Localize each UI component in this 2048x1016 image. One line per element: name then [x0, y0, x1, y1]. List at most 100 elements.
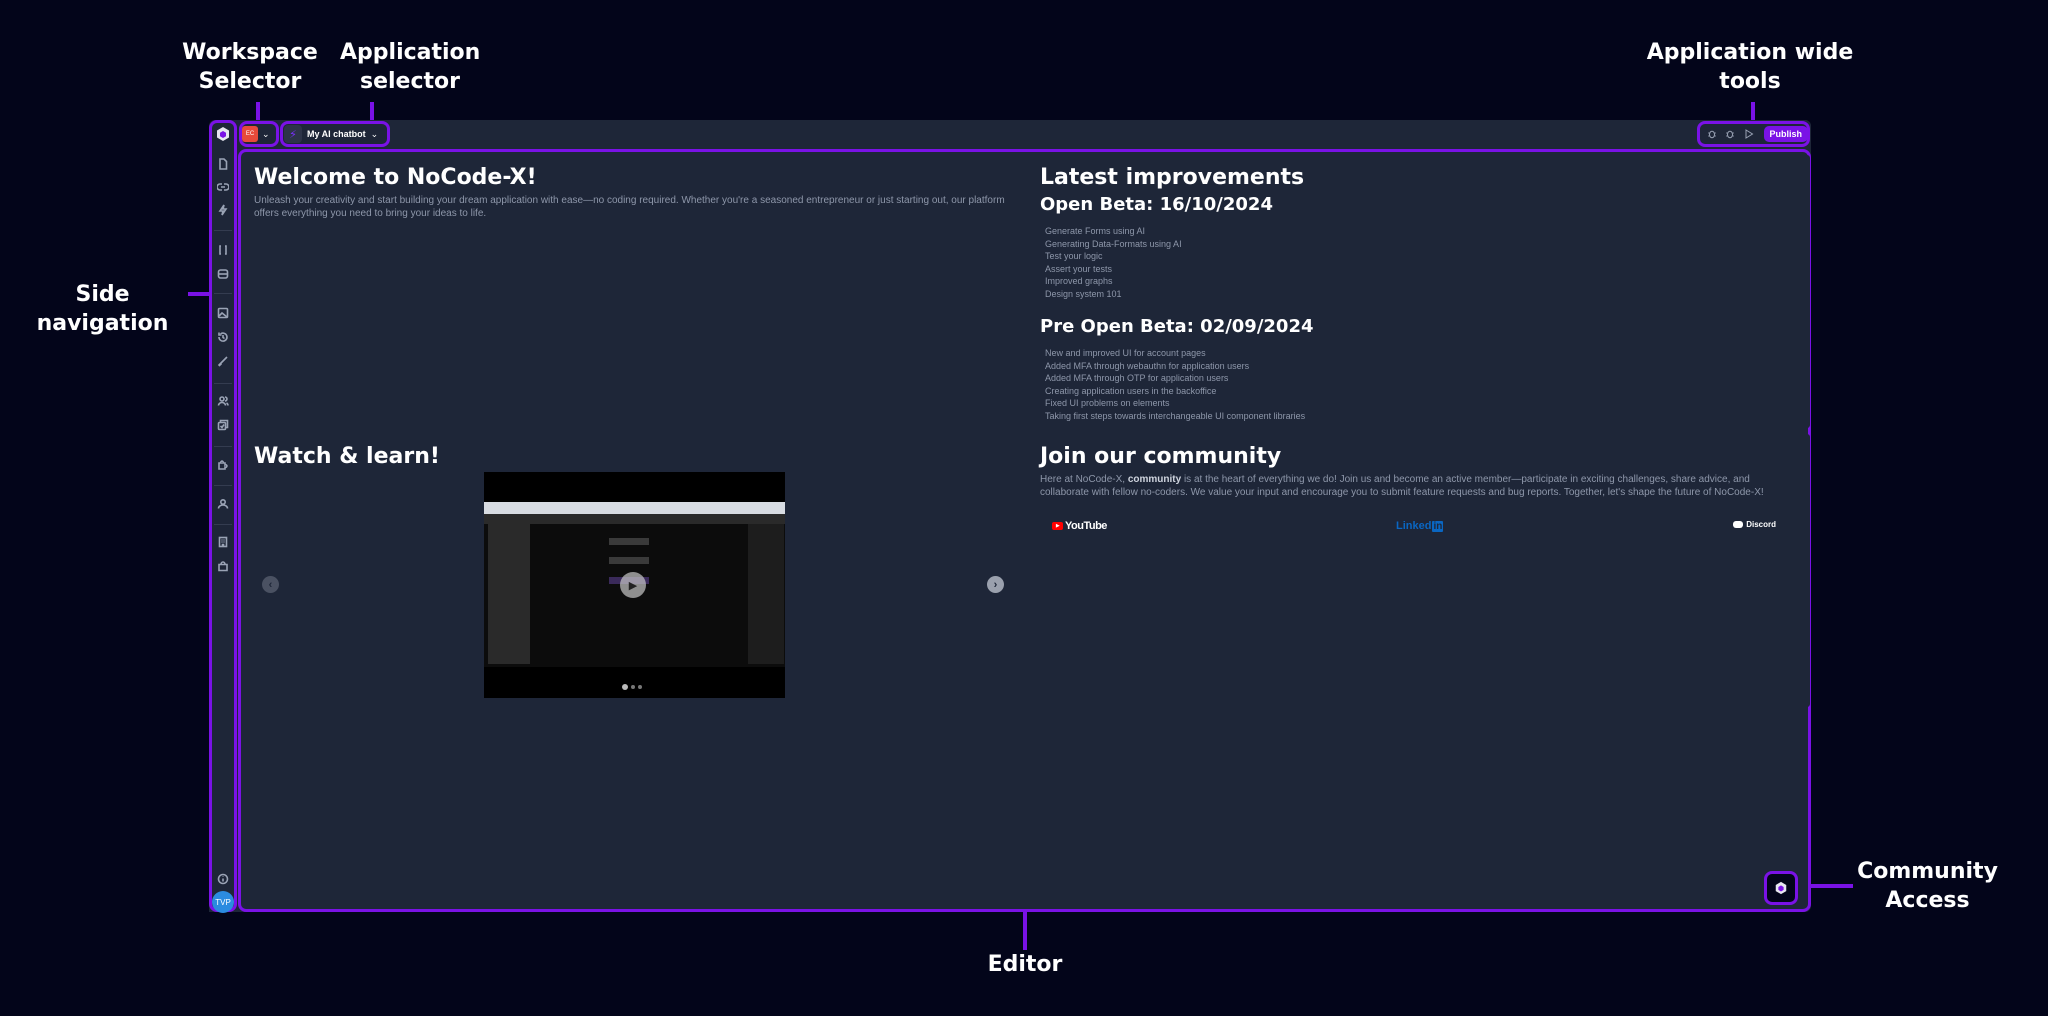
annotation-line — [256, 102, 260, 122]
database-icon — [217, 269, 229, 279]
annotation-line — [1751, 102, 1755, 122]
sidebar-item-jobs[interactable] — [214, 328, 232, 346]
highlight-application-selector — [280, 121, 390, 147]
users-icon — [217, 396, 229, 406]
video-node — [609, 557, 649, 564]
sidebar-item-pages[interactable] — [214, 155, 232, 173]
release-items: New and improved UI for account pages Ad… — [1040, 347, 1800, 422]
sidebar-item-design[interactable] — [214, 352, 232, 370]
sidebar-item-data-formats[interactable] — [214, 241, 232, 259]
community-body: Here at NoCode-X, community is at the he… — [1040, 473, 1800, 499]
welcome-title: Welcome to NoCode-X! — [254, 165, 537, 190]
sidebar-item-company[interactable] — [214, 533, 232, 551]
lightning-icon — [218, 204, 228, 216]
sidebar-item-media[interactable] — [214, 304, 232, 322]
annotation-workspace-selector: Workspace Selector — [182, 40, 318, 94]
sidebar-divider — [214, 485, 232, 486]
user-avatar[interactable]: TVP — [212, 891, 234, 913]
watch-learn-title: Watch & learn! — [254, 444, 440, 469]
video-player[interactable]: ▶ — [484, 472, 785, 698]
play-icon[interactable]: ▶ — [620, 572, 646, 598]
carousel-dot[interactable] — [638, 685, 642, 689]
release-item: Assert your tests — [1045, 263, 1113, 274]
sidebar-item-actions[interactable] — [214, 201, 232, 219]
linkedin-label: Linked — [1396, 520, 1432, 532]
image-icon — [217, 307, 229, 319]
sidebar-item-tests[interactable] — [214, 416, 232, 434]
info-button[interactable] — [214, 870, 232, 888]
info-icon — [217, 873, 229, 885]
sidebar-divider — [214, 383, 232, 384]
release-item: Creating application users in the backof… — [1045, 385, 1217, 396]
highlight-workspace-selector — [239, 121, 279, 147]
copy-check-icon — [217, 419, 229, 431]
carousel-dots — [622, 684, 642, 690]
release-item: Generate Forms using AI — [1045, 226, 1146, 236]
linkedin-link[interactable]: Linked in — [1396, 520, 1444, 532]
annotated-screenshot: Workspace Selector Application selector … — [0, 0, 2048, 1016]
annotation-application-selector: Application selector — [340, 40, 481, 94]
release-item: Added MFA through OTP for application us… — [1045, 373, 1229, 383]
sidebar-item-marketplace[interactable] — [214, 557, 232, 575]
sidebar-item-users[interactable] — [214, 392, 232, 410]
discord-link[interactable]: Discord — [1733, 520, 1776, 529]
chevron-right-icon: › — [993, 578, 998, 591]
sidebar-divider — [214, 524, 232, 525]
carousel-dot[interactable] — [622, 684, 628, 690]
annotation-line — [188, 292, 210, 296]
puzzle-icon — [218, 460, 228, 470]
sidebar-item-account[interactable] — [214, 495, 232, 513]
api-icon — [217, 183, 229, 191]
release-item: Taking first steps towards interchangeab… — [1045, 410, 1306, 421]
release-title: Pre Open Beta: 02/09/2024 — [1040, 316, 1314, 337]
sidebar-item-api[interactable] — [214, 178, 232, 196]
carousel-next-button[interactable]: › — [987, 576, 1004, 593]
highlight-application-tools — [1697, 121, 1810, 147]
brush-icon — [217, 356, 228, 367]
social-links: ▶ YouTube Linked in Discord — [1040, 520, 1790, 534]
community-body-bold: community — [1127, 474, 1182, 485]
community-access-button[interactable] — [1764, 871, 1798, 905]
youtube-link[interactable]: ▶ YouTube — [1052, 520, 1107, 532]
carousel-dot[interactable] — [631, 685, 635, 689]
release-item: Added MFA through webauthn for applicati… — [1045, 360, 1250, 371]
release-title: Open Beta: 16/10/2024 — [1040, 194, 1273, 215]
welcome-body: Unleash your creativity and start buildi… — [254, 195, 1005, 219]
sidebar-divider — [214, 293, 232, 294]
annotation-editor: Editor — [987, 952, 1063, 977]
release-item: Fixed UI problems on elements — [1045, 398, 1170, 408]
annotation-line — [1023, 912, 1027, 950]
release-item: Generating Data-Formats using AI — [1045, 238, 1182, 249]
annotation-community-access: Community Access — [1857, 859, 1998, 913]
shopping-bag-icon — [218, 561, 228, 572]
annotation-line — [370, 102, 374, 122]
sidebar-item-data[interactable] — [214, 265, 232, 283]
page-icon — [219, 158, 228, 170]
youtube-icon: ▶ — [1052, 522, 1063, 530]
sidebar-divider — [214, 230, 232, 231]
annotation-application-tools: Application wide tools — [1646, 40, 1854, 94]
video-left-panel — [488, 524, 530, 664]
linkedin-icon: in — [1432, 520, 1444, 532]
improvements-card: Latest improvements Open Beta: 16/10/202… — [1030, 155, 1810, 428]
video-browser-bar — [484, 502, 785, 514]
improvements-title: Latest improvements — [1040, 165, 1305, 190]
community-card: Join our community Here at NoCode-X, com… — [1030, 434, 1810, 707]
video-node — [609, 538, 649, 545]
logo-icon — [1775, 881, 1787, 895]
top-bar — [209, 120, 1811, 150]
discord-icon — [1733, 521, 1744, 528]
community-body-text: Here at NoCode-X, — [1040, 474, 1128, 485]
carousel-prev-button[interactable]: ‹ — [262, 576, 279, 593]
release-item: Test your logic — [1045, 251, 1103, 261]
sidebar-item-plugins[interactable] — [214, 456, 232, 474]
user-icon — [217, 498, 229, 509]
video-app-bar — [484, 514, 785, 524]
annotation-side-navigation: Side navigation — [36, 282, 169, 336]
discord-label: Discord — [1746, 520, 1776, 529]
chevron-left-icon: ‹ — [268, 578, 273, 591]
video-right-panel — [748, 524, 784, 664]
youtube-label: YouTube — [1065, 520, 1107, 532]
sidebar-divider — [214, 446, 232, 447]
release-item: Improved graphs — [1045, 276, 1113, 286]
